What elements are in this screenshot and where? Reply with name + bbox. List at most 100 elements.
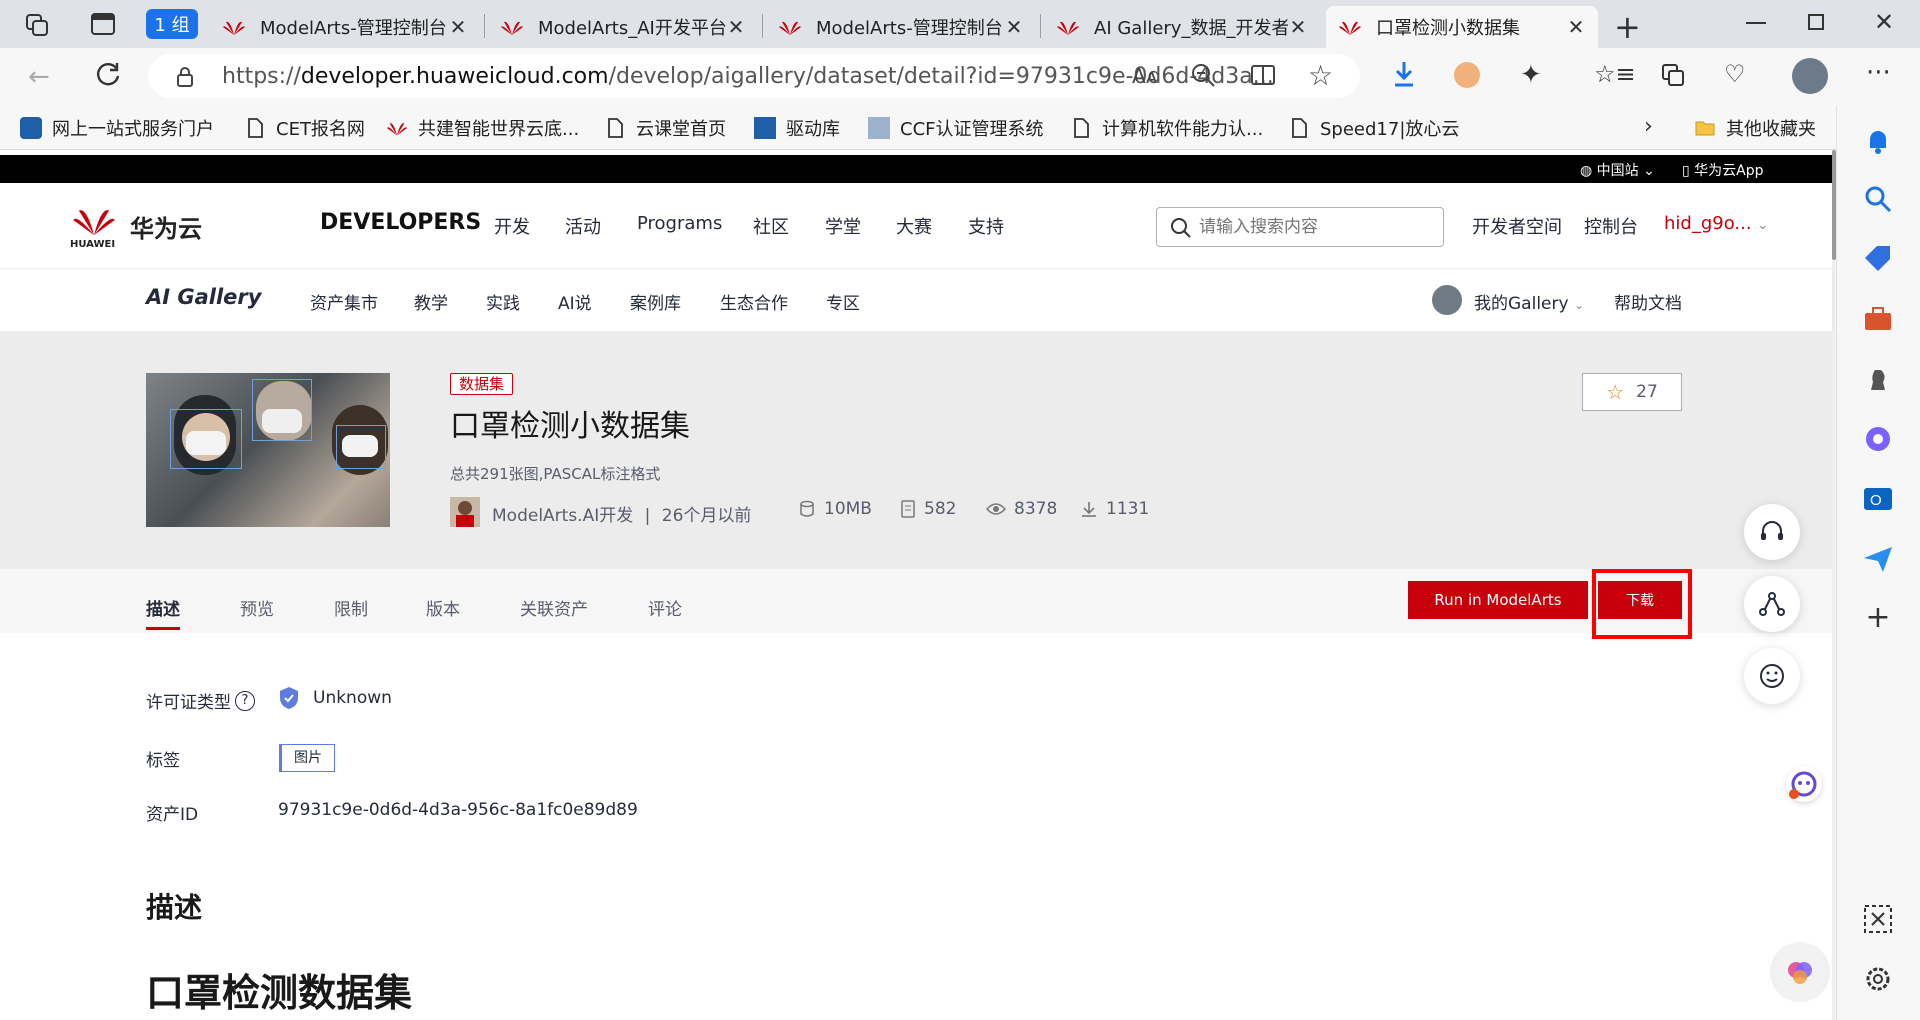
tab-limits[interactable]: 限制 [334, 595, 368, 620]
bookmark-item[interactable]: Speed17|放心云 [1288, 114, 1459, 142]
assistant-bot-icon[interactable] [1786, 766, 1822, 802]
share-button[interactable] [1744, 576, 1800, 632]
search-box[interactable] [1156, 207, 1444, 247]
help-docs-link[interactable]: 帮助文档 [1614, 289, 1682, 314]
browser-essentials-icon[interactable]: ♡ [1724, 60, 1746, 88]
app-download-link[interactable]: ▯ 华为云App [1682, 160, 1764, 180]
help-icon[interactable]: ? [235, 690, 255, 711]
my-gallery-menu[interactable]: 我的Gallery ⌄ [1474, 289, 1584, 314]
run-in-modelarts-button[interactable]: Run in ModelArts [1408, 581, 1588, 619]
author-avatar[interactable] [450, 497, 480, 527]
back-icon[interactable]: ← [28, 62, 50, 92]
split-screen-icon[interactable] [1250, 62, 1276, 88]
gallery-nav-item[interactable]: 案例库 [630, 289, 681, 314]
favorite-star-icon[interactable]: ☆ [1308, 59, 1333, 92]
favorites-icon[interactable]: ☆≡ [1594, 60, 1636, 88]
close-icon[interactable]: ✕ [448, 15, 468, 39]
customer-service-button[interactable] [1744, 504, 1800, 560]
screenshot-icon[interactable] [1861, 902, 1895, 936]
chevron-right-icon[interactable]: › [1644, 114, 1653, 139]
other-bookmarks[interactable]: 其他收藏夹 [1694, 114, 1816, 142]
extension-avatar-icon[interactable] [1454, 62, 1480, 88]
tab-3[interactable]: ModelArts-管理控制台 ✕ [766, 6, 1036, 48]
developers-title[interactable]: DEVELOPERS [320, 210, 481, 235]
gallery-nav-item[interactable]: 生态合作 [720, 289, 788, 314]
settings-gear-icon[interactable] [1861, 962, 1895, 996]
tag-icon[interactable] [1861, 242, 1895, 276]
nav-item[interactable]: 大赛 [896, 213, 932, 239]
tab-2[interactable]: ModelArts_AI开发平台 ✕ [488, 6, 758, 48]
bookmark-item[interactable]: CET报名网 [244, 114, 365, 142]
tab-1[interactable]: ModelArts-管理控制台 ✕ [210, 6, 480, 48]
add-icon[interactable]: + [1861, 600, 1895, 635]
tab-description[interactable]: 描述 [146, 595, 180, 620]
bookmark-item[interactable]: CCF认证管理系统 [868, 114, 1044, 142]
search-input[interactable] [1199, 214, 1429, 240]
download-icon[interactable] [1392, 60, 1416, 88]
tab-actions-icon[interactable] [90, 12, 116, 36]
close-icon[interactable]: ✕ [1288, 15, 1308, 39]
gallery-nav-item[interactable]: AI说 [558, 289, 592, 314]
gallery-nav-item[interactable]: 专区 [826, 289, 860, 314]
workspaces-icon[interactable] [24, 12, 50, 38]
tag-chip[interactable]: 图片 [279, 744, 335, 772]
bookmark-item[interactable]: 共建智能世界云底... [386, 114, 579, 142]
nav-item[interactable]: 学堂 [825, 213, 861, 239]
more-menu-icon[interactable]: ··· [1866, 58, 1891, 88]
developer-space-link[interactable]: 开发者空间 [1472, 213, 1562, 239]
nav-item[interactable]: 支持 [968, 213, 1004, 239]
star-button[interactable]: ☆ 27 [1582, 373, 1682, 411]
new-tab-icon[interactable]: + [1614, 8, 1641, 46]
scrollbar-track[interactable] [1832, 150, 1836, 1020]
copilot-icon[interactable] [1861, 422, 1895, 456]
avatar[interactable] [1432, 285, 1462, 315]
user-menu[interactable]: hid_g9o... ⌄ [1664, 213, 1768, 234]
ai-assistant-button[interactable] [1770, 942, 1830, 1002]
tab-versions[interactable]: 版本 [426, 595, 460, 620]
restore-icon[interactable] [1808, 14, 1824, 30]
bookmark-item[interactable]: 计算机软件能力认... [1070, 114, 1263, 142]
gallery-nav-item[interactable]: 教学 [414, 289, 448, 314]
tab-comments[interactable]: 评论 [648, 595, 682, 620]
close-icon[interactable]: ✕ [1004, 15, 1024, 39]
nav-item[interactable]: 活动 [565, 213, 601, 239]
close-icon[interactable]: ✕ [726, 15, 746, 39]
address-bar[interactable]: https://developer.huaweicloud.com/develo… [148, 54, 1360, 98]
bookmark-item[interactable]: 驱动库 [754, 114, 840, 142]
tab-group-label[interactable]: 1 组 [146, 9, 198, 39]
gallery-nav-item[interactable]: 实践 [486, 289, 520, 314]
refresh-icon[interactable] [94, 60, 122, 88]
region-selector[interactable]: ◍ 中国站 ⌄ [1580, 160, 1655, 180]
tab-5-active[interactable]: 口罩检测小数据集 ✕ [1326, 6, 1598, 48]
bookmark-item[interactable]: 云课堂首页 [604, 114, 726, 142]
tab-preview[interactable]: 预览 [240, 595, 274, 620]
extensions-icon[interactable]: ✦ [1520, 60, 1542, 90]
nav-item[interactable]: 社区 [753, 213, 789, 239]
gallery-nav-item[interactable]: 资产集市 [310, 289, 378, 314]
console-link[interactable]: 控制台 [1584, 213, 1638, 239]
collections-icon[interactable] [1660, 62, 1686, 88]
read-aloud-icon[interactable]: Aᴀ [1132, 64, 1158, 88]
search-icon[interactable] [1861, 182, 1895, 216]
minimize-icon[interactable] [1746, 22, 1766, 24]
profile-avatar[interactable] [1792, 58, 1828, 94]
tab-4[interactable]: AI Gallery_数据_开发者 ✕ [1044, 6, 1320, 48]
scrollbar-thumb[interactable] [1832, 150, 1836, 260]
close-icon[interactable]: ✕ [1566, 15, 1586, 39]
tab-related-assets[interactable]: 关联资产 [520, 595, 588, 620]
ai-gallery-logo[interactable]: AI Gallery [146, 285, 261, 309]
send-icon[interactable] [1861, 542, 1895, 576]
huawei-cloud-logo[interactable]: HUAWEI [70, 203, 118, 250]
outlook-icon[interactable]: O [1861, 482, 1895, 516]
feedback-button[interactable] [1744, 648, 1800, 704]
nav-item[interactable]: Programs [637, 213, 722, 234]
window-close-icon[interactable]: ✕ [1874, 8, 1894, 36]
zoom-out-icon[interactable] [1190, 62, 1216, 88]
chess-piece-icon[interactable] [1861, 362, 1895, 396]
lock-icon[interactable] [176, 66, 194, 88]
toolbox-icon[interactable] [1861, 302, 1895, 336]
bell-icon[interactable] [1861, 124, 1895, 158]
nav-item[interactable]: 开发 [494, 213, 530, 239]
bookmark-item[interactable]: 网上一站式服务门户 [20, 114, 214, 142]
author-name[interactable]: ModelArts.AI开发 [492, 506, 633, 526]
